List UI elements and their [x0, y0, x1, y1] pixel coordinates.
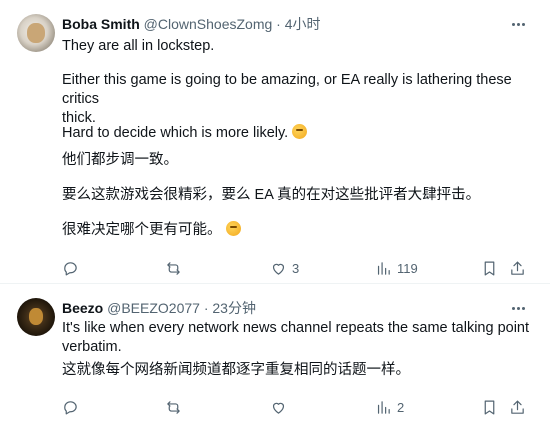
tweet-header: Boba Smith @ClownShoesZomg · 4小时: [62, 15, 321, 33]
reply-icon: [64, 261, 77, 275]
tweet-text: Hard to decide which is more likely.: [62, 124, 532, 143]
tweet-line: It's like when every network news channe…: [62, 320, 530, 336]
tweet-line: Either this game is going to be amazing,…: [62, 72, 512, 107]
tweet[interactable]: Boba Smith @ClownShoesZomg · 4小时 They ar…: [0, 0, 550, 284]
avatar[interactable]: [17, 14, 55, 52]
tweet-line: Hard to decide which is more likely.: [62, 125, 289, 141]
tweet-text: They are all in lockstep.: [62, 37, 532, 56]
tweet-text: It's like when every network news channe…: [62, 319, 532, 357]
views-chart-icon: [377, 400, 390, 414]
like-button[interactable]: [270, 397, 287, 417]
display-name[interactable]: Boba Smith: [62, 16, 140, 32]
views-button[interactable]: 119: [375, 258, 418, 278]
bookmark-button[interactable]: [481, 397, 498, 417]
share-icon: [511, 400, 524, 414]
tweet-header: Beezo @BEEZO2077 · 23分钟: [62, 299, 256, 317]
views-chart-icon: [377, 261, 390, 275]
retweet-button[interactable]: [165, 258, 182, 278]
tweet-line: 要么这款游戏会很精彩，要么 EA 真的在对这些批评者大肆抨击。: [62, 187, 481, 203]
heart-icon: [272, 263, 285, 275]
views-button[interactable]: 2: [375, 397, 404, 417]
reply-icon: [64, 400, 77, 414]
timestamp[interactable]: 4小时: [285, 16, 321, 32]
avatar[interactable]: [17, 298, 55, 336]
retweet-icon: [167, 400, 180, 414]
reply-button[interactable]: [62, 397, 79, 417]
retweet-icon: [167, 261, 180, 275]
more-options-icon[interactable]: [508, 299, 528, 317]
retweet-button[interactable]: [165, 397, 182, 417]
tweet-text: Either this game is going to be amazing,…: [62, 71, 532, 128]
separator-dot: ·: [203, 300, 209, 316]
bookmark-button[interactable]: [481, 258, 498, 278]
timestamp[interactable]: 23分钟: [212, 300, 256, 316]
share-button[interactable]: [509, 258, 526, 278]
tweet-line: 很难决定哪个更有可能。: [62, 222, 222, 238]
tweet-text-translation: 要么这款游戏会很精彩，要么 EA 真的在对这些批评者大肆抨击。: [62, 186, 532, 205]
like-count: 3: [292, 260, 300, 276]
separator-dot: ·: [276, 16, 281, 32]
view-count: 2: [397, 399, 405, 415]
more-options-icon[interactable]: [508, 15, 528, 33]
tweet-actions: 3 119: [60, 258, 530, 278]
tweet-text-translation: 这就像每个网络新闻频道都逐字重复相同的话题一样。: [62, 361, 532, 380]
tweet-line: 这就像每个网络新闻频道都逐字重复相同的话题一样。: [62, 362, 410, 378]
user-handle[interactable]: @BEEZO2077: [107, 300, 200, 316]
tweet[interactable]: Beezo @BEEZO2077 · 23分钟 It's like when e…: [0, 284, 550, 427]
tweet-line: 他们都步调一致。: [62, 152, 178, 168]
like-button[interactable]: 3: [270, 258, 299, 278]
reply-button[interactable]: [62, 258, 79, 278]
tweet-actions: 2: [60, 397, 530, 417]
thinking-face-emoji-icon: [292, 124, 308, 139]
tweet-line: They are all in lockstep.: [62, 38, 215, 54]
user-handle[interactable]: @ClownShoesZomg: [144, 16, 273, 32]
tweet-line: verbatim.: [62, 339, 122, 355]
display-name[interactable]: Beezo: [62, 300, 103, 316]
bookmark-icon: [484, 400, 495, 414]
thinking-face-emoji-icon: [225, 221, 241, 236]
tweet-text-translation: 很难决定哪个更有可能。: [62, 221, 532, 240]
heart-icon: [272, 402, 285, 414]
bookmark-icon: [484, 261, 495, 275]
share-button[interactable]: [509, 397, 526, 417]
share-icon: [511, 261, 524, 275]
tweet-text-translation: 他们都步调一致。: [62, 151, 532, 170]
view-count: 119: [397, 260, 418, 276]
